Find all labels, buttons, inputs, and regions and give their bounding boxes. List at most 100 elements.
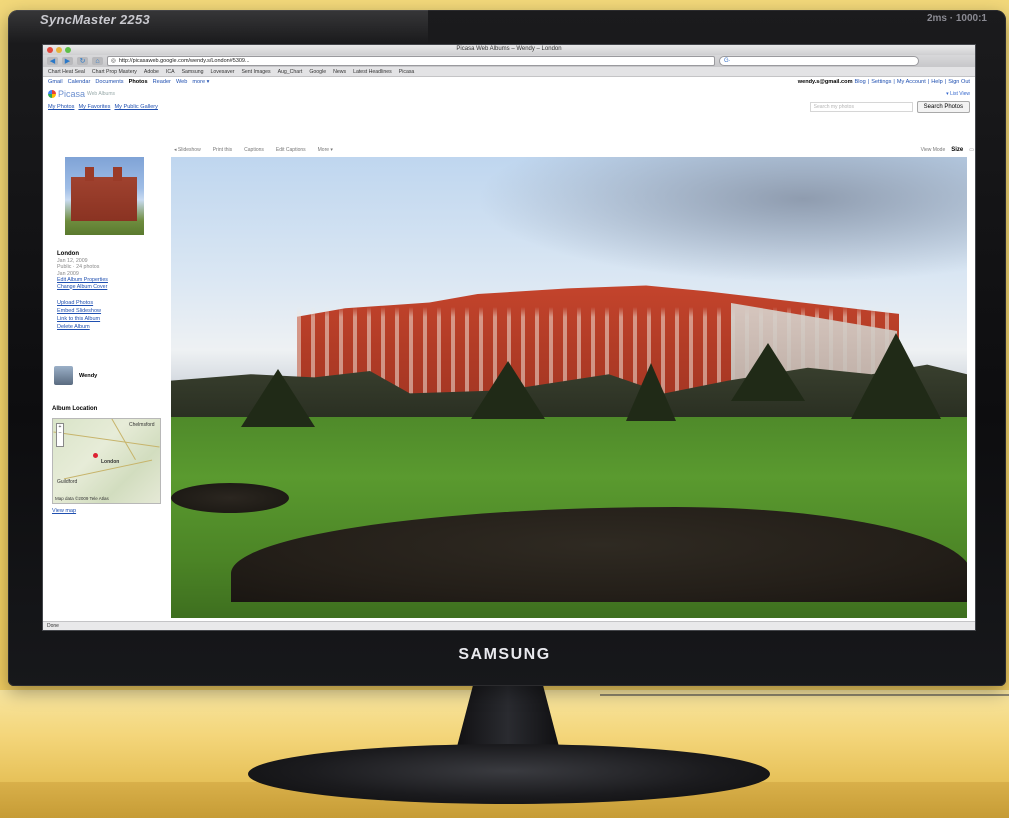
picasa-logo-text: Picasa: [58, 89, 86, 99]
slideshow-button[interactable]: ◂ Slideshow: [174, 147, 201, 153]
gbar-link-gmail[interactable]: Gmail: [48, 79, 63, 85]
monitor-badge: 2ms · 1000:1: [926, 13, 987, 24]
browser-window: Picasa Web Albums – Wendy – London ◀ ▶ ↻…: [43, 45, 975, 630]
view-mode-toggle[interactable]: View Mode: [921, 147, 946, 153]
view-map-link[interactable]: View map: [52, 508, 76, 514]
cover-tower: [85, 167, 94, 181]
site-icon: ◎: [111, 58, 116, 64]
photo-flowerbed: [171, 483, 289, 513]
map-label: London: [101, 459, 120, 465]
search-photos-button[interactable]: Search Photos: [916, 101, 970, 113]
edit-album-properties-link[interactable]: Edit Album Properties: [57, 277, 108, 284]
account-email: wendy.s@gmail.com: [797, 79, 853, 85]
bookmark-item[interactable]: Lovesaver: [211, 69, 235, 75]
account-link-blog[interactable]: Blog: [855, 79, 866, 85]
photo-sky: [421, 157, 967, 297]
window-title: Picasa Web Albums – Wendy – London: [456, 46, 562, 52]
google-services-nav: Gmail Calendar Documents Photos Reader W…: [48, 79, 209, 85]
size-slider-icon[interactable]: ▭: [969, 147, 974, 153]
bookmark-item[interactable]: Adobe: [144, 69, 159, 75]
bookmark-item[interactable]: Latest Headlines: [353, 69, 392, 75]
album-cover-thumbnail[interactable]: [65, 157, 144, 235]
bookmark-item[interactable]: Chart Heat Seal: [48, 69, 85, 75]
google-bar: Gmail Calendar Documents Photos Reader W…: [43, 77, 975, 87]
search-input[interactable]: Search my photos: [809, 102, 913, 112]
browser-status-bar: Done: [43, 621, 975, 630]
cover-tower: [113, 167, 122, 181]
size-label: Size: [951, 147, 964, 153]
search-engine-icon: G·: [724, 58, 731, 64]
monitor-model-label: SyncMaster 2253: [40, 12, 151, 27]
map-copyright: Map data ©2009 Tele Atlas: [55, 496, 109, 501]
account-link-my-account[interactable]: My Account: [897, 79, 926, 85]
gbar-link-web[interactable]: Web: [176, 79, 187, 85]
gbar-link-calendar[interactable]: Calendar: [68, 79, 91, 85]
bookmark-item[interactable]: Picasa: [399, 69, 415, 75]
more-button[interactable]: More ▾: [318, 147, 333, 153]
map-road: [53, 431, 160, 448]
bookmark-item[interactable]: Google: [309, 69, 326, 75]
bookmark-item[interactable]: ICA: [166, 69, 175, 75]
print-button[interactable]: Print this: [213, 147, 232, 153]
edit-captions-button[interactable]: Edit Captions: [276, 147, 306, 153]
bookmarks-bar: Chart Heat Seal Chart Prop Mastery Adobe…: [43, 67, 975, 77]
photo-toolbar: ◂ Slideshow Print this Captions Edit Cap…: [174, 145, 974, 155]
album-content: London Jan 12, 2009 Public · 24 photos J…: [43, 123, 975, 630]
address-bar[interactable]: ◎ http://picasaweb.google.com/wendy.s/Lo…: [107, 56, 715, 66]
nav-my-favorites[interactable]: My Favorites: [78, 104, 110, 110]
picasa-subnav: My Photos My Favorites My Public Gallery…: [43, 101, 975, 113]
account-link-settings[interactable]: Settings: [871, 79, 891, 85]
picasa-logo[interactable]: Picasa Web Albums: [48, 89, 115, 99]
bookmark-item[interactable]: Samsung: [182, 69, 204, 75]
account-link-sign-out[interactable]: Sign Out: [948, 79, 970, 85]
account-link-help[interactable]: Help: [931, 79, 943, 85]
url-text: http://picasaweb.google.com/wendy.s/Lond…: [118, 58, 250, 64]
nav-my-public-gallery[interactable]: My Public Gallery: [114, 104, 158, 110]
picasa-logo-icon: [48, 90, 56, 98]
gbar-link-photos[interactable]: Photos: [129, 79, 148, 85]
reload-icon[interactable]: ↻: [77, 57, 88, 65]
photo-search: Search my photos Search Photos: [809, 101, 970, 113]
back-button[interactable]: ◀: [47, 57, 58, 65]
link-to-album-link[interactable]: Link to this Album: [57, 315, 101, 323]
list-view-toggle[interactable]: ▾ List View: [946, 91, 970, 97]
album-location-map[interactable]: + – Chelmsford London Guildford Map data …: [52, 418, 161, 504]
album-info: London Jan 12, 2009 Public · 24 photos J…: [57, 251, 108, 290]
map-pin-icon[interactable]: [93, 453, 98, 458]
main-photo[interactable]: [171, 157, 967, 618]
change-album-cover-link[interactable]: Change Album Cover: [57, 284, 108, 291]
photo-actions: ◂ Slideshow Print this Captions Edit Cap…: [174, 147, 333, 153]
bookmark-item[interactable]: Chart Prop Mastery: [92, 69, 137, 75]
nav-my-photos[interactable]: My Photos: [48, 104, 74, 110]
forward-button[interactable]: ▶: [62, 57, 73, 65]
bookmark-item[interactable]: Sent Images: [241, 69, 270, 75]
delete-album-link[interactable]: Delete Album: [57, 323, 101, 331]
picasa-nav-links: My Photos My Favorites My Public Gallery: [48, 104, 158, 110]
bookmark-item[interactable]: News: [333, 69, 346, 75]
map-zoom-control[interactable]: + –: [56, 423, 64, 447]
captions-button[interactable]: Captions: [244, 147, 264, 153]
view-controls: View Mode Size ▭: [921, 147, 974, 153]
avatar: [54, 366, 73, 385]
album-location-title: Album Location: [52, 406, 98, 412]
monitor-brand-logo: SAMSUNG: [458, 646, 551, 663]
cover-building: [71, 177, 137, 221]
window-titlebar: Picasa Web Albums – Wendy – London: [43, 45, 975, 55]
account-nav: wendy.s@gmail.com Blog | Settings | My Acc…: [797, 79, 970, 85]
home-icon[interactable]: ⌂: [92, 57, 103, 65]
gbar-link-documents[interactable]: Documents: [95, 79, 123, 85]
bookmark-item[interactable]: Aug_Chart: [278, 69, 303, 75]
owner-name: Wendy: [79, 372, 98, 379]
gbar-link-more[interactable]: more ▾: [192, 79, 209, 85]
monitor-stand-base: [248, 744, 770, 804]
browser-search-bar[interactable]: G·: [719, 56, 919, 66]
picasa-header: Picasa Web Albums ▾ List View: [43, 87, 975, 101]
gbar-link-reader[interactable]: Reader: [153, 79, 171, 85]
upload-photos-link[interactable]: Upload Photos: [57, 299, 101, 307]
monitor-cable: [600, 694, 1009, 696]
album-owner[interactable]: Wendy: [54, 366, 97, 385]
embed-slideshow-link[interactable]: Embed Slideshow: [57, 307, 101, 315]
browser-toolbar: ◀ ▶ ↻ ⌂ ◎ http://picasaweb.google.com/we…: [43, 55, 975, 67]
picasa-logo-sub: Web Albums: [87, 91, 115, 97]
album-actions: Upload Photos Embed Slideshow Link to th…: [57, 299, 101, 331]
